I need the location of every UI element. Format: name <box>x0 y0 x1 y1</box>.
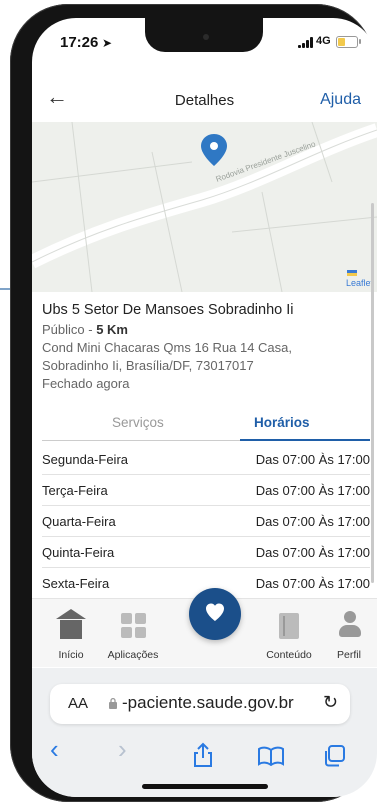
nav-label-aplicacoes: Aplicações <box>107 649 159 661</box>
schedule-day: Quinta-Feira <box>42 545 115 560</box>
browser-forward-icon[interactable]: › <box>118 734 127 764</box>
schedule-row: Terça-Feira Das 07:00 Às 17:00 <box>42 475 370 506</box>
signal-icon <box>298 37 316 48</box>
app-header: ← Detalhes Ajuda <box>32 78 377 118</box>
home-indicator[interactable] <box>142 784 268 789</box>
facility-type: Público <box>42 322 85 337</box>
network-label: 4G <box>316 35 331 47</box>
home-icon <box>56 609 86 639</box>
camera-dot <box>203 34 209 40</box>
schedule-day: Terça-Feira <box>42 483 108 498</box>
battery-cap <box>359 39 361 44</box>
browser-toolbar: AA -paciente.saude.gov.br ↻ ‹ › <box>32 668 377 797</box>
facility-name: Ubs 5 Setor De Mansoes Sobradinho Ii <box>42 302 294 318</box>
tab-horarios[interactable]: Horários <box>254 415 310 430</box>
map-pin-icon <box>201 134 227 166</box>
facility-info: Ubs 5 Setor De Mansoes Sobradinho Ii Púb… <box>42 302 372 393</box>
open-status: Fechado agora <box>42 376 130 391</box>
schedule-hours: Das 07:00 Às 17:00 <box>255 545 370 560</box>
tabs-icon[interactable] <box>322 744 346 768</box>
map-view[interactable]: Rodovia Presidente Juscelino Leaflet <box>32 122 377 292</box>
phone-screen: 17:26 ➤ 4G ← Detalhes Ajuda Rodovia Pres… <box>32 18 377 797</box>
tab-servicos[interactable]: Serviços <box>112 415 164 430</box>
lock-icon <box>109 697 117 709</box>
facility-separator: - <box>84 322 97 337</box>
phone-frame: 17:26 ➤ 4G ← Detalhes Ajuda Rodovia Pres… <box>10 4 377 802</box>
facility-type-line: Público - 5 Km <box>42 321 372 339</box>
nav-aplicacoes[interactable]: Aplicações <box>98 599 168 667</box>
schedule-row: Segunda-Feira Das 07:00 Às 17:00 <box>42 444 370 475</box>
heart-icon <box>206 603 224 621</box>
apps-grid-icon <box>121 613 147 639</box>
schedule-list: Segunda-Feira Das 07:00 Às 17:00 Terça-F… <box>42 444 370 599</box>
address-line-2: Sobradinho Ii, Brasília/DF, 73017017 <box>42 358 254 373</box>
battery-icon <box>336 36 358 48</box>
reload-icon[interactable]: ↻ <box>323 692 338 713</box>
scrollbar[interactable] <box>371 203 374 583</box>
notch <box>145 18 263 52</box>
map-canvas: Rodovia Presidente Juscelino <box>32 122 377 292</box>
leaflet-attribution[interactable]: Leaflet <box>346 278 373 288</box>
url-bar[interactable]: AA -paciente.saude.gov.br ↻ <box>50 684 350 724</box>
schedule-day: Segunda-Feira <box>42 452 128 467</box>
schedule-row: Quinta-Feira Das 07:00 Às 17:00 <box>42 537 370 568</box>
active-tab-indicator <box>240 439 370 441</box>
text-size-button[interactable]: AA <box>68 695 88 712</box>
address-line-1: Cond Mini Chacaras Qms 16 Rua 14 Casa, <box>42 340 293 355</box>
nav-label-perfil: Perfil <box>337 649 361 661</box>
schedule-hours: Das 07:00 Às 17:00 <box>255 576 370 591</box>
nav-inicio[interactable]: Início <box>36 599 106 667</box>
schedule-hours: Das 07:00 Às 17:00 <box>255 514 370 529</box>
bookmarks-icon[interactable] <box>258 746 284 766</box>
schedule-hours: Das 07:00 Às 17:00 <box>255 452 370 467</box>
status-time: 17:26 <box>60 34 99 51</box>
browser-back-icon[interactable]: ‹ <box>50 734 59 764</box>
schedule-hours: Das 07:00 Às 17:00 <box>255 483 370 498</box>
share-icon[interactable] <box>192 742 214 768</box>
help-link[interactable]: Ajuda <box>320 91 361 109</box>
facility-distance: 5 Km <box>96 322 128 337</box>
leaflet-flag-icon <box>347 270 357 276</box>
location-arrow-icon: ➤ <box>102 36 113 50</box>
schedule-day: Sexta-Feira <box>42 576 110 591</box>
favorite-fab-button[interactable] <box>189 588 241 640</box>
tab-bar: Serviços Horários <box>42 410 370 441</box>
person-icon <box>338 611 362 639</box>
nav-perfil[interactable]: Perfil <box>314 599 377 667</box>
nav-label-inicio: Início <box>58 649 84 661</box>
url-text: -paciente.saude.gov.br <box>122 693 294 712</box>
book-icon <box>279 613 299 639</box>
schedule-day: Quarta-Feira <box>42 514 116 529</box>
schedule-row: Quarta-Feira Das 07:00 Às 17:00 <box>42 506 370 537</box>
